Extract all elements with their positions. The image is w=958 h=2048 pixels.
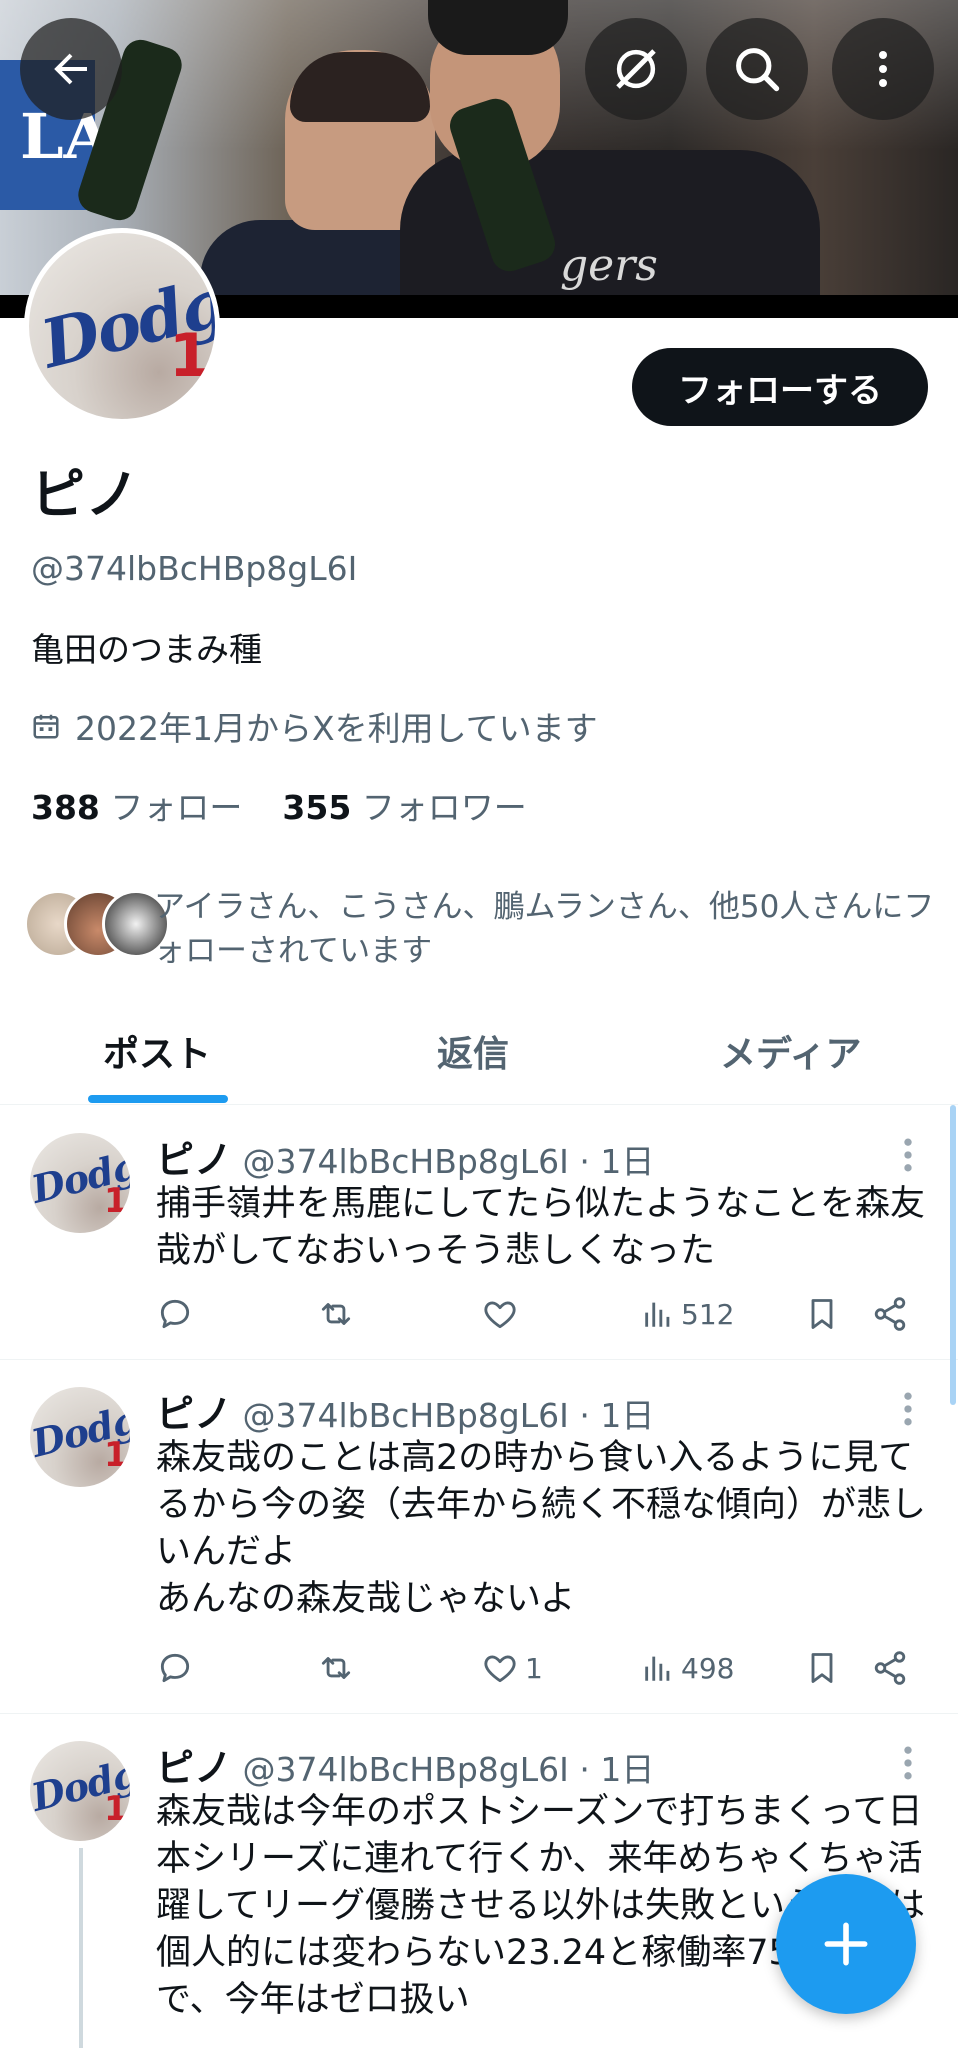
more-vertical-icon bbox=[879, 51, 887, 87]
bookmark-icon bbox=[811, 1653, 833, 1683]
profile-handle: @374lbBcHBp8gL6I bbox=[31, 549, 358, 588]
views-button[interactable]: 498 bbox=[641, 1645, 734, 1691]
joined-date: 2022年1月からXを利用しています bbox=[31, 702, 598, 750]
calendar-icon bbox=[33, 714, 59, 739]
tab-replies[interactable]: 返信 bbox=[437, 1025, 509, 1077]
following-label: フォロー bbox=[110, 788, 243, 827]
view-count: 512 bbox=[681, 1297, 735, 1331]
post-avatar[interactable]: Dodgers 18 bbox=[30, 1387, 130, 1487]
like-button[interactable]: 1 bbox=[481, 1645, 543, 1691]
post-author-name: ピノ bbox=[156, 1392, 233, 1436]
grok-icon bbox=[616, 49, 656, 89]
post-header: ピノ @374lbBcHBp8gL6I · 1日 bbox=[156, 1383, 654, 1438]
post-author-name: ピノ bbox=[156, 1746, 233, 1790]
share-icon bbox=[874, 1651, 906, 1685]
reply-icon bbox=[160, 1653, 190, 1683]
post-avatar[interactable]: Dodgers 18 bbox=[30, 1741, 130, 1841]
plus-icon bbox=[824, 1922, 868, 1966]
share-icon bbox=[874, 1297, 906, 1331]
post-text: 森友哉のことは高2の時から食い入るように見てるから今の姿（去年から続く不穏な傾向… bbox=[156, 1438, 927, 1619]
post-actions: 512 bbox=[156, 1291, 926, 1341]
more-vertical-icon[interactable] bbox=[896, 1741, 920, 1785]
share-button[interactable] bbox=[871, 1645, 909, 1691]
tab-media[interactable]: メディア bbox=[720, 1025, 861, 1077]
thread-line bbox=[79, 1848, 83, 2048]
like-count: 1 bbox=[525, 1651, 543, 1685]
view-count: 498 bbox=[681, 1651, 735, 1685]
back-button[interactable] bbox=[20, 18, 122, 120]
search-icon bbox=[736, 48, 780, 92]
active-tab-indicator bbox=[88, 1095, 228, 1103]
like-button[interactable] bbox=[481, 1291, 525, 1337]
banner-shirt: gers bbox=[400, 150, 820, 318]
heart-icon bbox=[484, 1655, 516, 1683]
post-header: ピノ @374lbBcHBp8gL6I · 1日 bbox=[156, 1129, 654, 1184]
repost-icon bbox=[321, 1303, 351, 1325]
following-count: 388 bbox=[31, 788, 100, 827]
joined-text: 2022年1月からXを利用しています bbox=[75, 709, 598, 748]
post-meta: @374lbBcHBp8gL6I · 1日 bbox=[242, 1750, 655, 1789]
post-meta: @374lbBcHBp8gL6I · 1日 bbox=[242, 1396, 655, 1435]
bookmark-button[interactable] bbox=[804, 1645, 840, 1691]
search-button[interactable] bbox=[706, 18, 808, 120]
more-vertical-icon[interactable] bbox=[896, 1133, 920, 1177]
heart-icon bbox=[484, 1301, 516, 1329]
reply-button[interactable] bbox=[156, 1645, 194, 1691]
banner-hair bbox=[290, 52, 430, 122]
banner-shirt-text: gers bbox=[560, 240, 658, 291]
follow-button[interactable]: フォローする bbox=[632, 348, 928, 426]
followed-by-row[interactable]: アイラさん、こうさん、鵬ムランさん、他50人さんにフォローされています bbox=[24, 885, 934, 969]
more-options-button[interactable] bbox=[832, 18, 934, 120]
post-avatar-number: 18 bbox=[104, 1789, 130, 1829]
more-vertical-icon[interactable] bbox=[896, 1387, 920, 1431]
post-meta: @374lbBcHBp8gL6I · 1日 bbox=[242, 1142, 655, 1181]
followers-label: フォロワー bbox=[361, 788, 527, 827]
views-chart-icon bbox=[645, 1656, 670, 1681]
repost-button[interactable] bbox=[316, 1645, 356, 1691]
post-avatar[interactable]: Dodgers 18 bbox=[30, 1133, 130, 1233]
following-link[interactable]: 388 フォロー bbox=[31, 788, 242, 827]
compose-post-button[interactable] bbox=[776, 1874, 916, 2014]
bookmark-button[interactable] bbox=[804, 1291, 840, 1337]
reply-icon bbox=[160, 1299, 190, 1329]
repost-icon bbox=[321, 1657, 351, 1679]
views-chart-icon bbox=[645, 1302, 670, 1327]
post-author-name: ピノ bbox=[156, 1138, 233, 1182]
post-header: ピノ @374lbBcHBp8gL6I · 1日 bbox=[156, 1737, 654, 1792]
post-avatar-number: 18 bbox=[104, 1181, 130, 1221]
followed-by-text: アイラさん、こうさん、鵬ムランさん、他50人さんにフォローされています bbox=[154, 889, 935, 969]
followers-link[interactable]: 355 フォロワー bbox=[282, 788, 526, 827]
follow-counts: 388 フォロー 355 フォロワー bbox=[31, 781, 527, 829]
scrollbar-thumb[interactable] bbox=[950, 1105, 956, 1405]
arrow-left-icon bbox=[54, 53, 87, 85]
display-name: ピノ bbox=[31, 463, 139, 526]
post-item[interactable]: Dodgers 18 ピノ @374lbBcHBp8gL6I · 1日 森友哉の… bbox=[0, 1359, 958, 1714]
bookmark-icon bbox=[811, 1299, 833, 1329]
profile-tabs: ポスト 返信 メディア bbox=[0, 1010, 958, 1105]
post-actions: 1 498 bbox=[156, 1645, 926, 1695]
post-item[interactable]: Dodgers 18 ピノ @374lbBcHBp8gL6I · 1日 捕手嶺井… bbox=[0, 1105, 958, 1360]
tab-posts[interactable]: ポスト bbox=[103, 1025, 211, 1077]
profile-avatar[interactable]: Dodgers 18 bbox=[24, 228, 220, 424]
avatar-number: 18 bbox=[169, 321, 215, 391]
followers-count: 355 bbox=[282, 788, 352, 827]
share-button[interactable] bbox=[871, 1291, 909, 1337]
post-avatar-number: 18 bbox=[104, 1435, 130, 1475]
reply-button[interactable] bbox=[156, 1291, 194, 1337]
post-text: 捕手嶺井を馬鹿にしてたら似たようなことを森友哉がしてなおいっそう悲しくなった bbox=[156, 1184, 925, 1271]
repost-button[interactable] bbox=[316, 1291, 356, 1337]
grok-button[interactable] bbox=[585, 18, 687, 120]
views-button[interactable]: 512 bbox=[641, 1291, 734, 1337]
profile-bio: 亀田のつまみ種 bbox=[31, 630, 262, 669]
banner-cap bbox=[428, 0, 568, 55]
